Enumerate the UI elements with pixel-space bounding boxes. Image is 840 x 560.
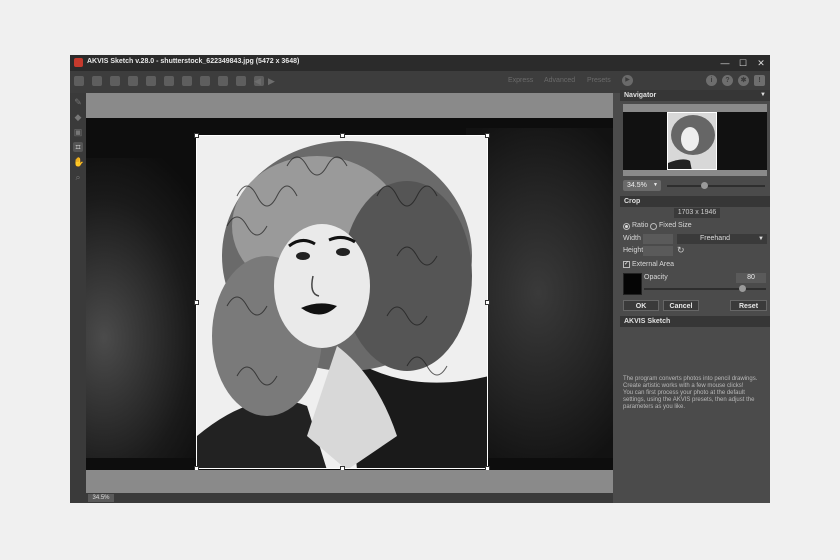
reset-button[interactable]: Reset (730, 300, 767, 311)
crop-handle-tl[interactable] (194, 133, 199, 138)
status-bar: 34.5% (86, 493, 613, 503)
navigator-crop-thumb (667, 112, 717, 170)
stamp-icon[interactable]: ▣ (73, 127, 83, 137)
minimize-button[interactable]: — (716, 56, 734, 70)
crop-size-display: 1703 x 1946 (674, 208, 720, 218)
share-icon[interactable] (146, 76, 156, 86)
chevron-down-icon: ▼ (758, 236, 764, 242)
help-title: AKVIS Sketch (624, 318, 671, 325)
eraser-icon[interactable]: ◆ (73, 112, 83, 122)
status-zoom: 34.5% (88, 494, 114, 502)
opacity-slider[interactable] (644, 288, 766, 290)
adjust-icon[interactable] (218, 76, 228, 86)
external-area-color[interactable] (623, 273, 642, 295)
crop-title: Crop (624, 198, 641, 205)
maximize-button[interactable]: ☐ (734, 56, 752, 70)
close-button[interactable]: ✕ (752, 56, 770, 70)
sketch-image (86, 118, 613, 470)
opacity-knob[interactable] (738, 285, 746, 292)
about-icon[interactable]: i (706, 75, 717, 86)
help-header: AKVIS Sketch (620, 316, 770, 327)
crop-handle-br[interactable] (485, 466, 490, 470)
crop-handle-bottom[interactable] (340, 466, 345, 470)
batch-icon[interactable] (164, 76, 174, 86)
swap-icon[interactable]: ↻ (677, 245, 685, 256)
crop-handle-right[interactable] (485, 300, 490, 305)
zoom-icon[interactable]: ⌕ (73, 172, 83, 182)
crop-handle-bl[interactable] (194, 466, 199, 470)
crop-handle-tr[interactable] (485, 133, 490, 138)
window-title: AKVIS Sketch v.28.0 - shutterstock_62234… (87, 58, 300, 65)
preferences-icon[interactable] (200, 76, 210, 86)
ok-button[interactable]: OK (623, 300, 659, 311)
settings-icon[interactable]: ✱ (738, 75, 749, 86)
open-icon[interactable] (92, 76, 102, 86)
chevron-down-icon: ▼ (760, 92, 766, 98)
navigator-title: Navigator (624, 92, 657, 99)
navigator-zoom-knob[interactable] (701, 182, 709, 189)
mode-presets[interactable]: Presets (587, 77, 611, 84)
height-input[interactable] (643, 246, 673, 256)
width-label: Width (623, 235, 641, 242)
image-canvas[interactable] (86, 93, 613, 493)
ratio-label: Ratio (632, 222, 649, 229)
fixed-size-label: Fixed Size (659, 222, 692, 229)
portrait-sketch (197, 136, 487, 468)
print-icon[interactable] (128, 76, 138, 86)
navigator-preview[interactable] (623, 104, 767, 176)
external-area-label: External Area (632, 261, 675, 268)
image-icon[interactable] (182, 76, 192, 86)
hand-icon[interactable]: ✋ (73, 157, 84, 167)
crop-header: Crop (620, 196, 770, 207)
crop-frame[interactable] (196, 135, 488, 469)
navigator-zoom-slider[interactable] (667, 185, 765, 187)
ratio-select[interactable]: Freehand ▼ (677, 234, 767, 244)
height-label: Height (623, 247, 644, 254)
save-icon[interactable] (110, 76, 120, 86)
navigator-header[interactable]: Navigator ▼ (620, 90, 770, 101)
redo-icon[interactable]: ▶ (268, 76, 278, 86)
run-icon[interactable]: ▶ (622, 75, 633, 86)
app-window: AKVIS Sketch v.28.0 - shutterstock_62234… (70, 55, 770, 503)
crop-handle-top[interactable] (340, 133, 345, 138)
navigator-zoom-select[interactable]: 34.5% ▼ (623, 180, 661, 191)
help-icon[interactable]: ? (722, 75, 733, 86)
tips-icon[interactable]: ! (754, 75, 765, 86)
title-bar: AKVIS Sketch v.28.0 - shutterstock_62234… (70, 55, 770, 71)
undo-icon[interactable]: ◀ (254, 76, 264, 86)
crop-handle-left[interactable] (194, 300, 199, 305)
opacity-label: Opacity (644, 274, 668, 281)
opacity-input[interactable]: 80 (736, 273, 766, 283)
mode-express[interactable]: Express (508, 77, 533, 84)
help-text: The program converts photos into pencil … (623, 376, 758, 410)
home-icon[interactable] (74, 76, 84, 86)
pencil-icon[interactable]: ✎ (73, 97, 83, 107)
fixed-size-radio[interactable] (650, 223, 657, 230)
ratio-radio[interactable] (623, 223, 630, 230)
effects-icon[interactable] (236, 76, 246, 86)
akvis-logo-icon (74, 58, 83, 67)
width-input[interactable] (643, 234, 673, 244)
crop-icon[interactable]: ⌗ (73, 142, 83, 152)
settings-panel: Navigator ▼ 34.5% ▼ Crop 1703 x 1946 Rat… (620, 90, 770, 503)
cancel-button[interactable]: Cancel (663, 300, 699, 311)
mode-advanced[interactable]: Advanced (544, 77, 575, 84)
chevron-down-icon: ▼ (653, 182, 658, 188)
external-area-checkbox[interactable]: ✓ (623, 261, 630, 268)
tools-panel: ✎ ◆ ▣ ⌗ ✋ ⌕ (70, 93, 86, 503)
